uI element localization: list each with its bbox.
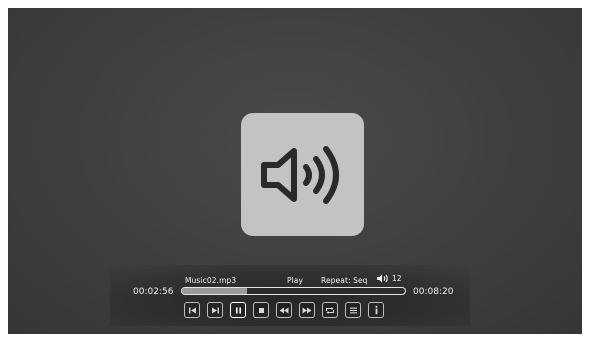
- info-button[interactable]: [368, 302, 384, 318]
- fast-forward-button[interactable]: [299, 302, 315, 318]
- transport-controls: [184, 302, 384, 318]
- list-icon: [349, 307, 357, 313]
- stop-button[interactable]: [253, 302, 269, 318]
- rewind-button[interactable]: [276, 302, 292, 318]
- previous-track-button[interactable]: [184, 302, 200, 318]
- elapsed-time: 00:02:56: [133, 287, 174, 297]
- playback-state: Play: [287, 276, 304, 285]
- repeat-mode: Repeat: Seq: [321, 276, 368, 285]
- pause-button[interactable]: [230, 302, 246, 318]
- next-track-button[interactable]: [207, 302, 223, 318]
- skip-next-icon: [211, 307, 219, 313]
- progress-fill: [182, 288, 247, 294]
- progress-bar[interactable]: [181, 287, 406, 295]
- volume-icon: [377, 274, 388, 283]
- repeat-icon: [325, 306, 335, 314]
- skip-previous-icon: [188, 307, 196, 313]
- volume-level: 12: [392, 274, 402, 283]
- audio-artwork-tile: [241, 113, 364, 236]
- info-icon: [375, 305, 377, 315]
- playlist-button[interactable]: [345, 302, 361, 318]
- rewind-icon: [279, 307, 289, 313]
- total-time: 00:08:20: [413, 287, 454, 297]
- speaker-icon: [260, 145, 339, 204]
- fast-forward-icon: [302, 307, 312, 313]
- volume-indicator: 12: [377, 274, 402, 283]
- track-filename: Music02.mp3: [185, 276, 237, 285]
- pause-icon: [235, 307, 241, 313]
- stop-icon: [258, 307, 264, 313]
- repeat-button[interactable]: [322, 302, 338, 318]
